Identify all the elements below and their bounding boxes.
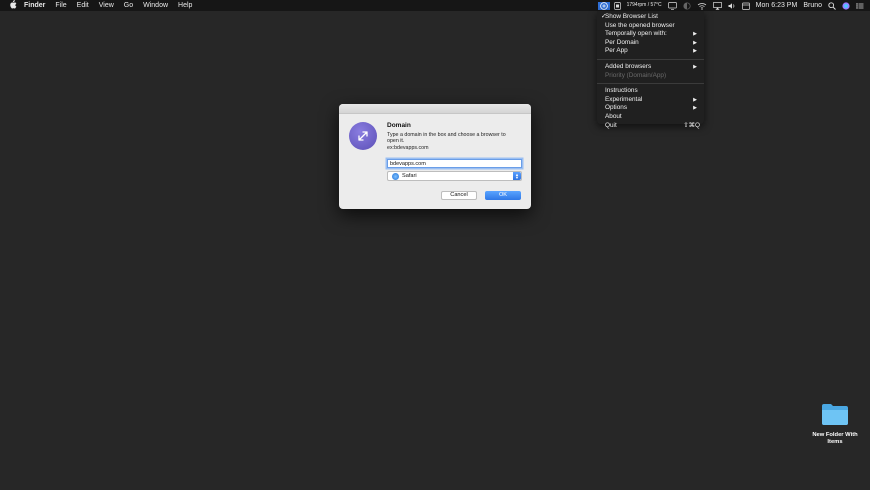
dialog-titlebar[interactable]: [339, 104, 531, 114]
calendar-icon[interactable]: [741, 2, 750, 10]
submenu-arrow-icon: ▶: [693, 31, 697, 38]
menu-item-about[interactable]: About: [597, 113, 704, 122]
menu-separator: [597, 58, 704, 60]
dialog-message: Type a domain in the box and choose a br…: [387, 132, 506, 145]
submenu-arrow-icon: ▶: [693, 48, 697, 55]
dialog-example: ex:bdevapps.com: [387, 145, 429, 151]
submenu-arrow-icon: ▶: [693, 39, 697, 46]
user-name[interactable]: Bruno: [803, 0, 822, 11]
menu-item-added-browsers[interactable]: Added browsers ▶: [597, 63, 704, 72]
menu-bar: Finder File Edit View Go Window Help 179…: [0, 0, 870, 11]
wifi-icon[interactable]: [697, 2, 707, 10]
siri-icon[interactable]: [842, 1, 850, 10]
selected-browser: Safari: [402, 173, 417, 179]
menu-item-temporally-open[interactable]: Temporally open with: ▶: [597, 30, 704, 39]
menu-go[interactable]: Go: [124, 0, 133, 11]
menu-edit[interactable]: Edit: [77, 0, 89, 11]
airplay-icon[interactable]: [712, 1, 722, 10]
menu-view[interactable]: View: [99, 0, 114, 11]
browser-chooser-menu: ✓ Show Browser List Use the opened browse…: [597, 11, 704, 129]
status-area: 1794rpm / 57°C Mon 6:23 PM Bruno: [597, 0, 870, 11]
safari-icon: [392, 172, 399, 180]
clock[interactable]: Mon 6:23 PM: [756, 0, 798, 11]
cancel-button[interactable]: Cancel: [441, 191, 477, 200]
menu-file[interactable]: File: [55, 0, 66, 11]
ok-button[interactable]: OK: [485, 191, 521, 200]
desktop-folder[interactable]: New Folder With Items: [806, 402, 864, 446]
moon-icon[interactable]: [683, 1, 691, 10]
submenu-arrow-icon: ▶: [693, 63, 697, 70]
domain-dialog: Domain Type a domain in the box and choo…: [339, 104, 531, 209]
search-icon[interactable]: [828, 1, 836, 10]
submenu-arrow-icon: ▶: [693, 105, 697, 112]
app-icon: [349, 122, 377, 150]
notification-center-icon[interactable]: [856, 2, 864, 10]
folder-label: New Folder With Items: [812, 432, 858, 445]
quit-shortcut: ⇧⌘Q: [683, 121, 700, 129]
menu-item-instructions[interactable]: Instructions: [597, 87, 704, 96]
fan-temp-readout[interactable]: 1794rpm / 57°C: [627, 0, 662, 11]
folder-icon: [821, 402, 849, 426]
submenu-arrow-icon: ▶: [693, 96, 697, 103]
domain-input[interactable]: [387, 159, 522, 168]
menu-window[interactable]: Window: [143, 0, 168, 11]
menu-help[interactable]: Help: [178, 0, 192, 11]
browser-select[interactable]: Safari ▲ ▼: [387, 171, 522, 181]
browser-chooser-icon[interactable]: [597, 1, 610, 10]
apple-icon[interactable]: [9, 0, 18, 12]
menu-item-options[interactable]: Options ▶: [597, 104, 704, 113]
menu-item-use-opened-browser[interactable]: Use the opened browser: [597, 22, 704, 31]
menu-item-priority: Priority (Domain/App): [605, 71, 667, 79]
select-stepper-icon: ▲ ▼: [513, 172, 521, 180]
app-status-icon[interactable]: [613, 1, 621, 10]
dialog-title: Domain: [387, 122, 411, 129]
volume-icon[interactable]: [728, 2, 736, 10]
menu-item-experimental[interactable]: Experimental ▶: [597, 96, 704, 105]
menu-item-per-app[interactable]: Per App ▶: [597, 47, 704, 56]
menu-item-per-domain[interactable]: Per Domain ▶: [597, 39, 704, 48]
display-icon[interactable]: [667, 1, 677, 10]
menu-item-quit[interactable]: Quit ⇧⌘Q: [597, 122, 704, 131]
menu-separator: [597, 83, 704, 85]
menu-item-show-browser-list[interactable]: ✓ Show Browser List: [597, 13, 704, 22]
menu-finder[interactable]: Finder: [24, 0, 45, 11]
checkmark-icon: ✓: [601, 13, 607, 20]
